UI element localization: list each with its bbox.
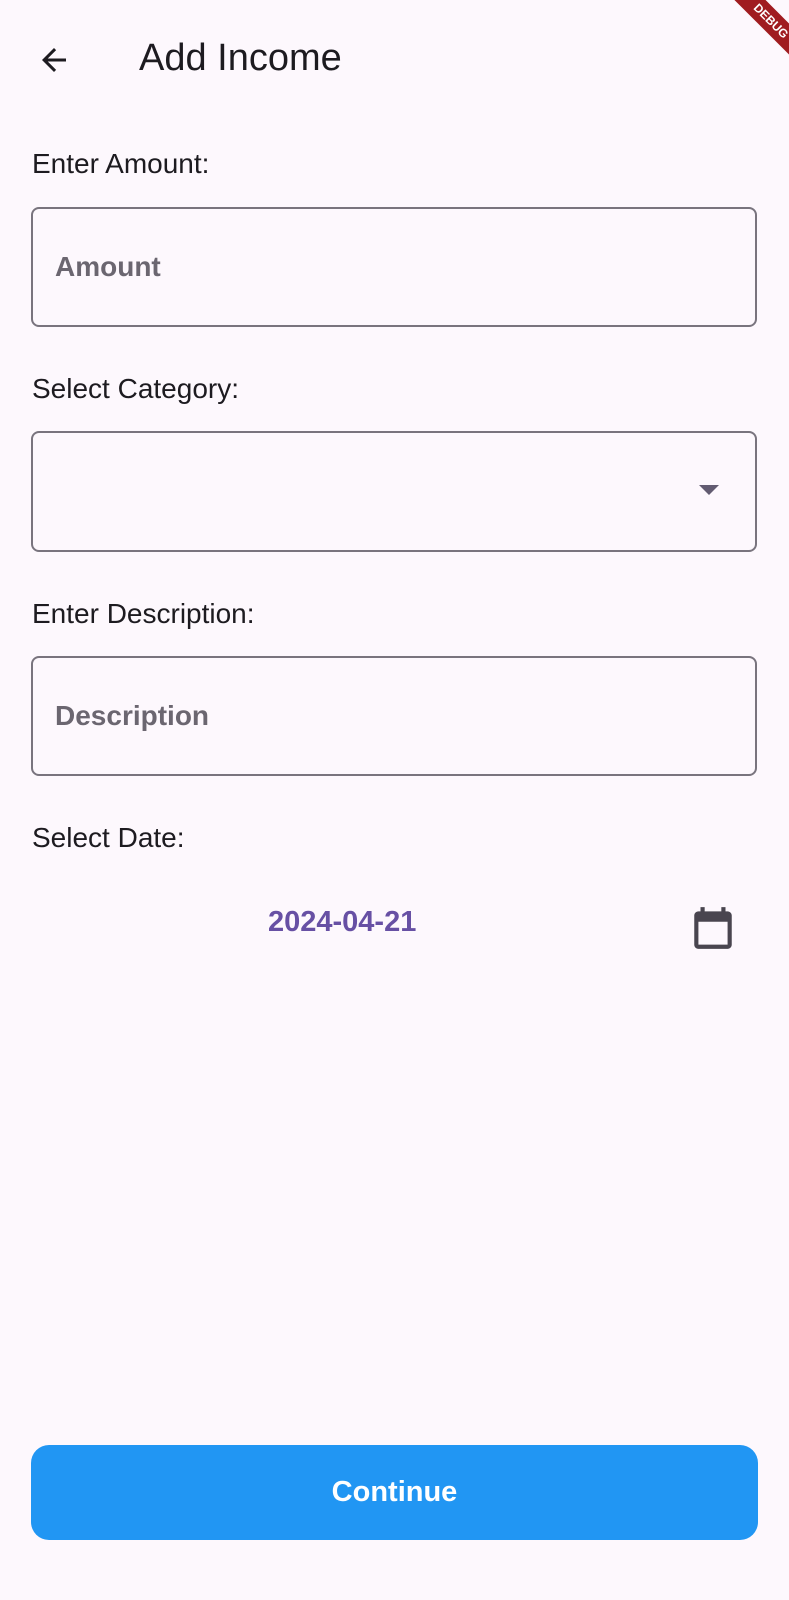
amount-label: Enter Amount:: [32, 148, 210, 179]
category-dropdown[interactable]: [31, 431, 757, 552]
date-value[interactable]: 2024-04-21: [268, 906, 416, 939]
calendar-icon: [694, 907, 732, 949]
arrow-back-icon: [42, 48, 66, 72]
app-bar: Add Income: [0, 0, 789, 118]
date-row: 2024-04-21: [0, 888, 789, 968]
debug-ribbon-label: DEBUG: [729, 0, 789, 60]
description-input[interactable]: [31, 656, 757, 776]
page-title: Add Income: [139, 37, 342, 79]
description-label: Enter Description:: [32, 598, 255, 629]
calendar-button[interactable]: [688, 903, 738, 953]
debug-banner: DEBUG: [729, 0, 789, 60]
continue-button[interactable]: Continue: [31, 1445, 758, 1540]
date-label: Select Date:: [32, 822, 185, 853]
amount-input[interactable]: [31, 207, 757, 327]
category-label: Select Category:: [32, 373, 239, 404]
back-button[interactable]: [26, 32, 82, 88]
dropdown-arrow-icon: [699, 485, 719, 495]
